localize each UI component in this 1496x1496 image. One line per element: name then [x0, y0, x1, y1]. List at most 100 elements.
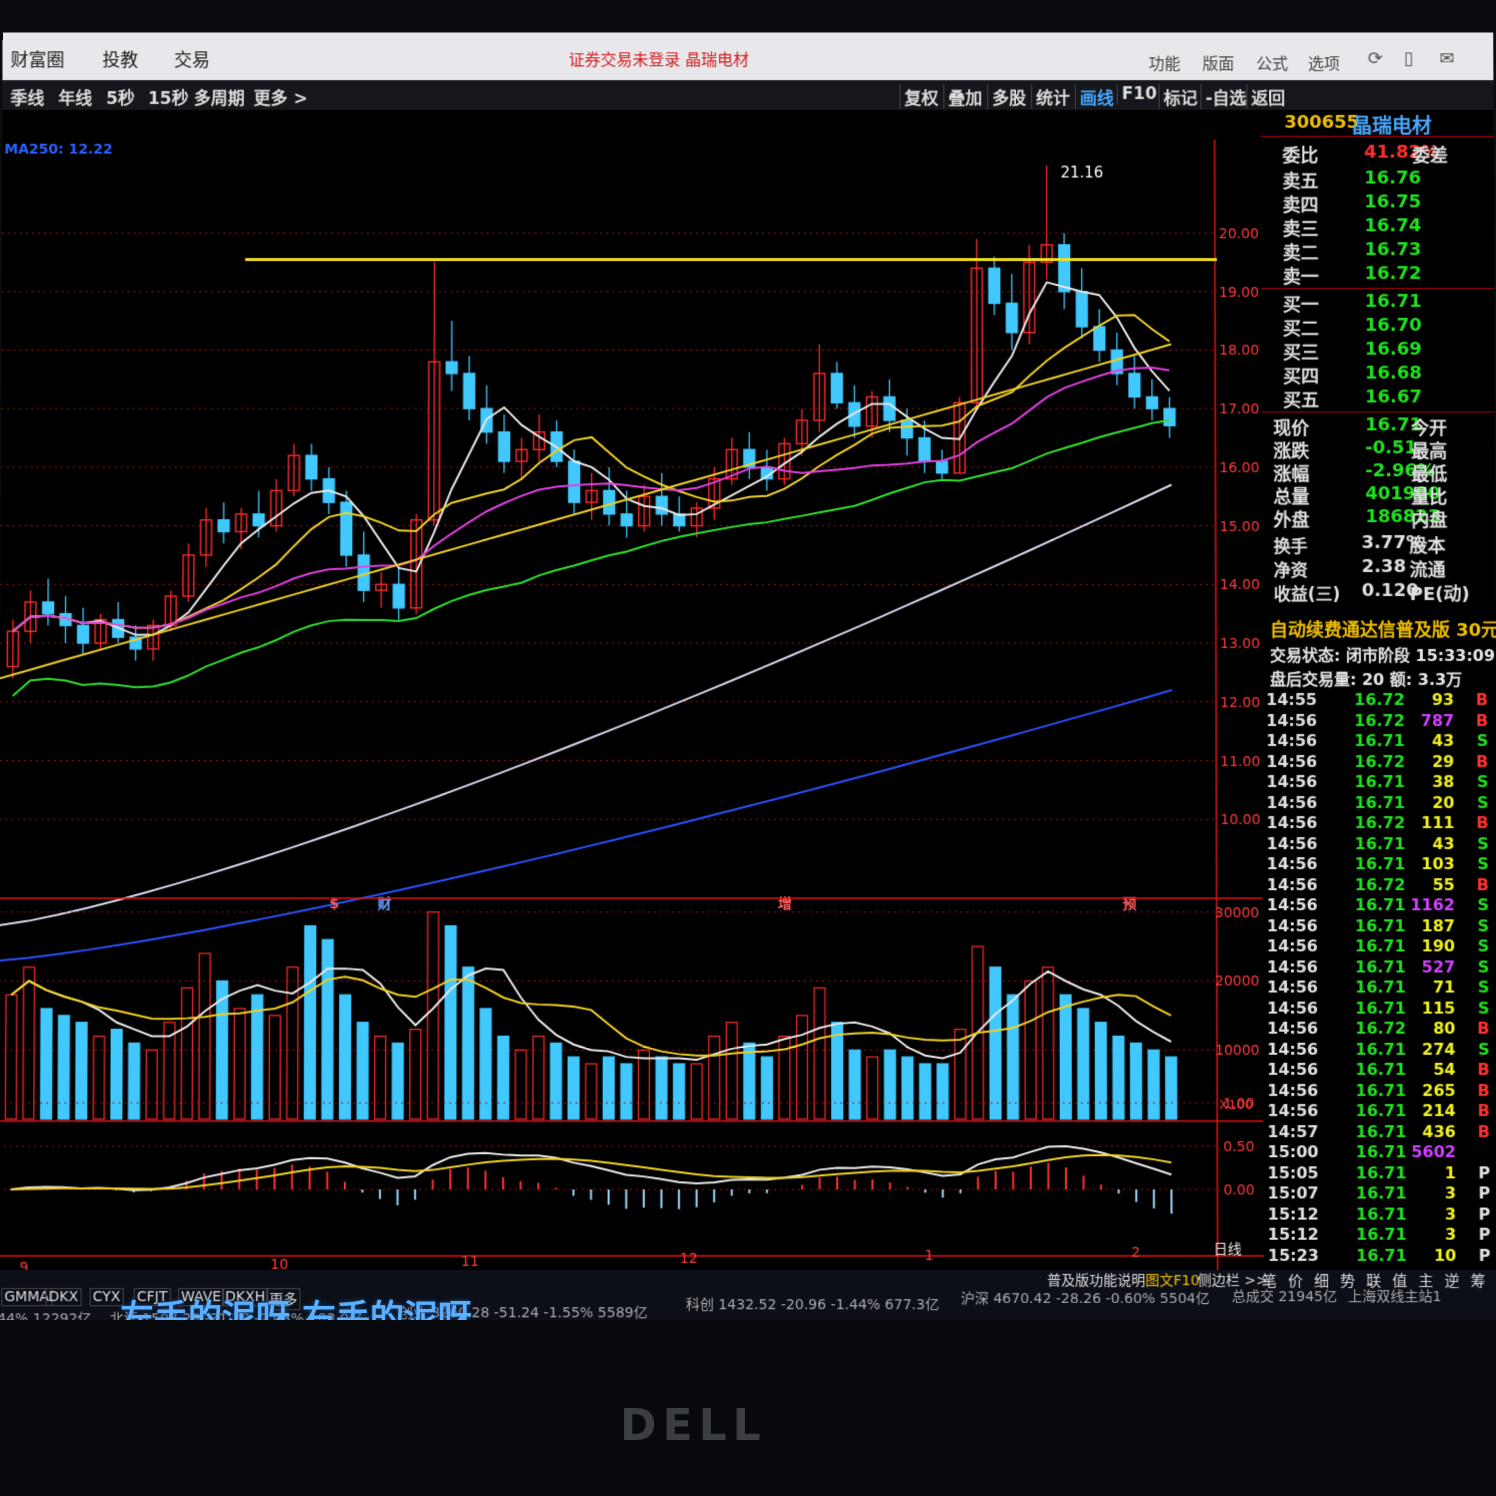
- price-axis-label: 16.00: [1219, 460, 1259, 476]
- period-multi[interactable]: 多周期: [194, 84, 245, 109]
- candle-body: [884, 397, 895, 420]
- volume-bar: [832, 1022, 843, 1119]
- tick-volume: 3: [1444, 1204, 1457, 1224]
- tick-row: 14:56 16.71 527 S: [1263, 957, 1496, 977]
- volume-bar: [568, 1057, 579, 1119]
- stat-row: 换手 3.77% 股本: [1262, 532, 1496, 557]
- tick-side: B: [1475, 710, 1489, 730]
- tick-price: 16.71: [1354, 936, 1406, 956]
- menu-item-options[interactable]: 选项: [1308, 50, 1340, 74]
- btn-f10[interactable]: F10: [1116, 84, 1157, 104]
- tick-price: 16.71: [1354, 731, 1405, 751]
- tick-side: B: [1476, 813, 1489, 833]
- period-quarter[interactable]: 季线: [10, 84, 44, 109]
- tick-price: 16.71: [1355, 1224, 1407, 1244]
- ask-row: 卖一 16.72: [1261, 263, 1495, 288]
- ask-row: 卖五 16.76: [1260, 168, 1493, 193]
- btn-multi-stock[interactable]: 多股: [987, 84, 1027, 109]
- tick-time: 14:56: [1266, 956, 1318, 976]
- tick-volume: 5602: [1411, 1142, 1456, 1162]
- menu-item-wealth[interactable]: 财富圈: [11, 46, 65, 72]
- btn-stats[interactable]: 统计: [1031, 84, 1070, 109]
- tick-row: 14:56 16.71 71 S: [1263, 977, 1496, 997]
- mail-icon[interactable]: ✉: [1439, 48, 1454, 69]
- stat-value: -0.51: [1365, 437, 1418, 459]
- volume-bar: [1148, 1050, 1159, 1119]
- ask-row: 卖二 16.73: [1261, 239, 1495, 264]
- bid-price[interactable]: 16.71: [1365, 291, 1422, 312]
- period-15s[interactable]: 15秒: [148, 84, 189, 109]
- tick-side: S: [1477, 895, 1490, 915]
- menu-item-trade[interactable]: 交易: [174, 46, 210, 72]
- tick-side: S: [1477, 998, 1490, 1018]
- bid-label: 买二: [1282, 318, 1319, 340]
- tick-volume: 787: [1420, 710, 1455, 730]
- tick-side: S: [1476, 792, 1489, 812]
- btn-back[interactable]: 返回: [1246, 84, 1286, 109]
- kline-chart[interactable]: MA250: 12.2220.0019.0018.0017.0016.0015.…: [0, 109, 1264, 1270]
- stat-row: 收益(三) 0.120 PE(动): [1262, 580, 1496, 605]
- tick-side: P: [1478, 1224, 1491, 1244]
- stock-name[interactable]: 晶瑞电材: [1352, 110, 1432, 139]
- btn-watchlist[interactable]: -自选: [1200, 84, 1247, 109]
- volume-bar: [76, 1022, 87, 1119]
- period-year[interactable]: 年线: [58, 84, 92, 109]
- market-index: 沪深 4670.42 -28.26 -0.60% 5504亿: [960, 1291, 1210, 1308]
- ask-row: 卖三 16.74: [1261, 215, 1494, 240]
- ask-price[interactable]: 16.73: [1364, 239, 1421, 260]
- volume-bar: [252, 995, 263, 1119]
- ask-price[interactable]: 16.75: [1364, 191, 1421, 212]
- tick-side: S: [1477, 977, 1490, 997]
- tick-price: 16.71: [1355, 1059, 1407, 1079]
- volume-bar: [744, 1043, 755, 1119]
- indicator-tab[interactable]: CYX: [89, 1288, 124, 1307]
- right-tab[interactable]: 逆: [1444, 1270, 1459, 1291]
- tick-price: 16.71: [1355, 1183, 1407, 1203]
- bid-price[interactable]: 16.68: [1365, 363, 1422, 384]
- btn-overlay[interactable]: 叠加: [943, 84, 983, 109]
- ask-price[interactable]: 16.72: [1365, 263, 1422, 284]
- phone-icon[interactable]: ▯: [1404, 48, 1414, 69]
- tick-price: 16.71: [1355, 977, 1406, 997]
- tick-time: 14:56: [1266, 833, 1318, 853]
- stat-row: 净资 2.38 流通: [1262, 556, 1496, 581]
- candle-body: [831, 373, 842, 402]
- btn-adjust[interactable]: 复权: [899, 84, 939, 109]
- tick-time: 14:56: [1266, 895, 1318, 915]
- promo-banner[interactable]: 自动续费通达信普及版 30元: [1270, 616, 1496, 642]
- candle-body: [603, 490, 616, 516]
- right-tab[interactable]: 筹: [1470, 1270, 1486, 1291]
- trade-status: 交易状态: 闭市阶段 15:33:09: [1269, 646, 1496, 666]
- tick-volume: 80: [1433, 1018, 1456, 1038]
- refresh-icon[interactable]: ⟳: [1368, 48, 1383, 69]
- bid-price[interactable]: 16.69: [1365, 339, 1422, 360]
- tick-row: 14:56 16.71 43 S: [1262, 834, 1496, 854]
- menu-item-functions[interactable]: 功能: [1149, 50, 1181, 74]
- menu-item-education[interactable]: 投教: [102, 46, 138, 72]
- tick-row: 14:56 16.71 54 B: [1263, 1060, 1496, 1080]
- period-more[interactable]: 更多 >: [254, 84, 308, 109]
- volume-axis-label: 20000: [1215, 974, 1260, 990]
- tick-row: 14:56 16.72 111 B: [1262, 813, 1496, 833]
- btn-mark[interactable]: 标记: [1158, 84, 1198, 109]
- tick-row: 14:55 16.72 93 B: [1262, 690, 1496, 710]
- ask-price[interactable]: 16.76: [1364, 168, 1421, 189]
- bottom-tab[interactable]: 图文F10: [1145, 1270, 1199, 1290]
- bid-price[interactable]: 16.67: [1365, 387, 1422, 408]
- ask-price[interactable]: 16.74: [1364, 215, 1421, 236]
- tick-price: 16.71: [1355, 1100, 1407, 1121]
- volume-bar: [498, 1036, 509, 1119]
- menu-item-formula[interactable]: 公式: [1256, 50, 1288, 74]
- bottom-tab[interactable]: 普及版功能说明: [1047, 1270, 1145, 1290]
- stat-label-right: 股本: [1409, 536, 1446, 558]
- btn-draw-line[interactable]: 画线: [1074, 84, 1114, 109]
- tick-row: 15:00 16.71 5602: [1263, 1142, 1496, 1162]
- indicator-tab[interactable]: DKX: [45, 1288, 82, 1307]
- period-5s[interactable]: 5秒: [106, 84, 135, 109]
- tick-time: 14:56: [1267, 1039, 1319, 1059]
- price-axis-label: 14.00: [1220, 577, 1260, 593]
- tick-row: 15:07 16.71 3 P: [1264, 1183, 1496, 1203]
- bid-price[interactable]: 16.70: [1365, 315, 1422, 336]
- month-label: 12: [680, 1251, 698, 1267]
- menu-item-layout[interactable]: 版面: [1202, 50, 1234, 74]
